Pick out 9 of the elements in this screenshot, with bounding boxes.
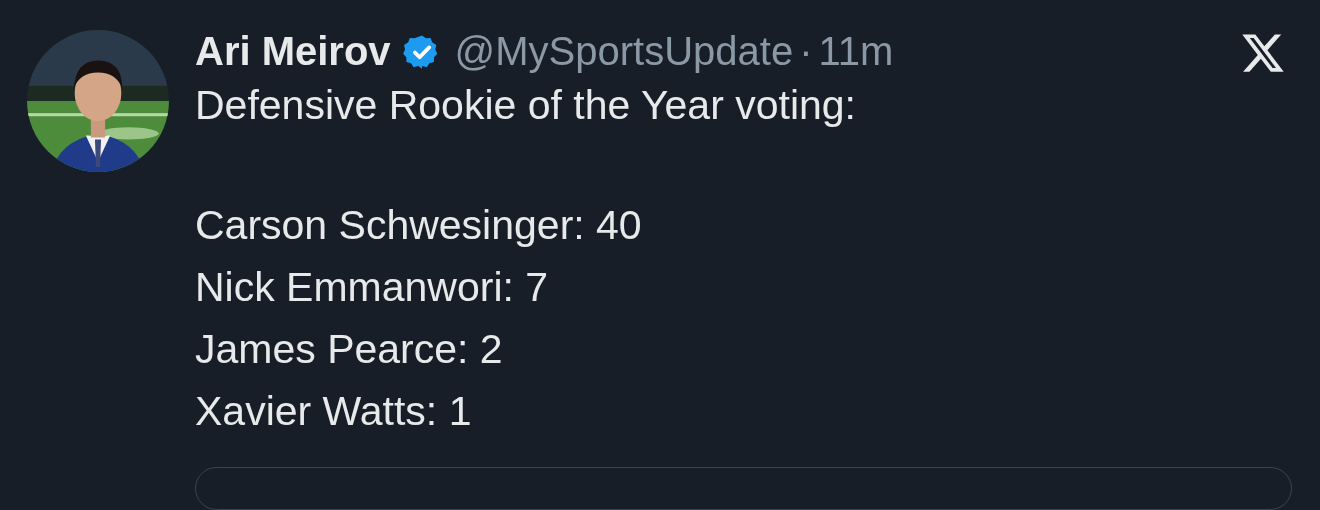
vote-line: Nick Emmanwori: 7 (195, 263, 550, 312)
post-time[interactable]: 11m (818, 29, 894, 74)
separator-dot: · (799, 29, 813, 74)
author-name[interactable]: Ari Meirov (195, 29, 391, 74)
author-handle[interactable]: @MySportsUpdate (454, 29, 794, 74)
post-heading: Defensive Rookie of the Year voting: (195, 81, 857, 130)
vote-line: Carson Schwesinger: 40 (195, 201, 643, 250)
vote-line: Xavier Watts: 1 (195, 387, 473, 436)
vote-line: James Pearce: 2 (195, 325, 504, 374)
